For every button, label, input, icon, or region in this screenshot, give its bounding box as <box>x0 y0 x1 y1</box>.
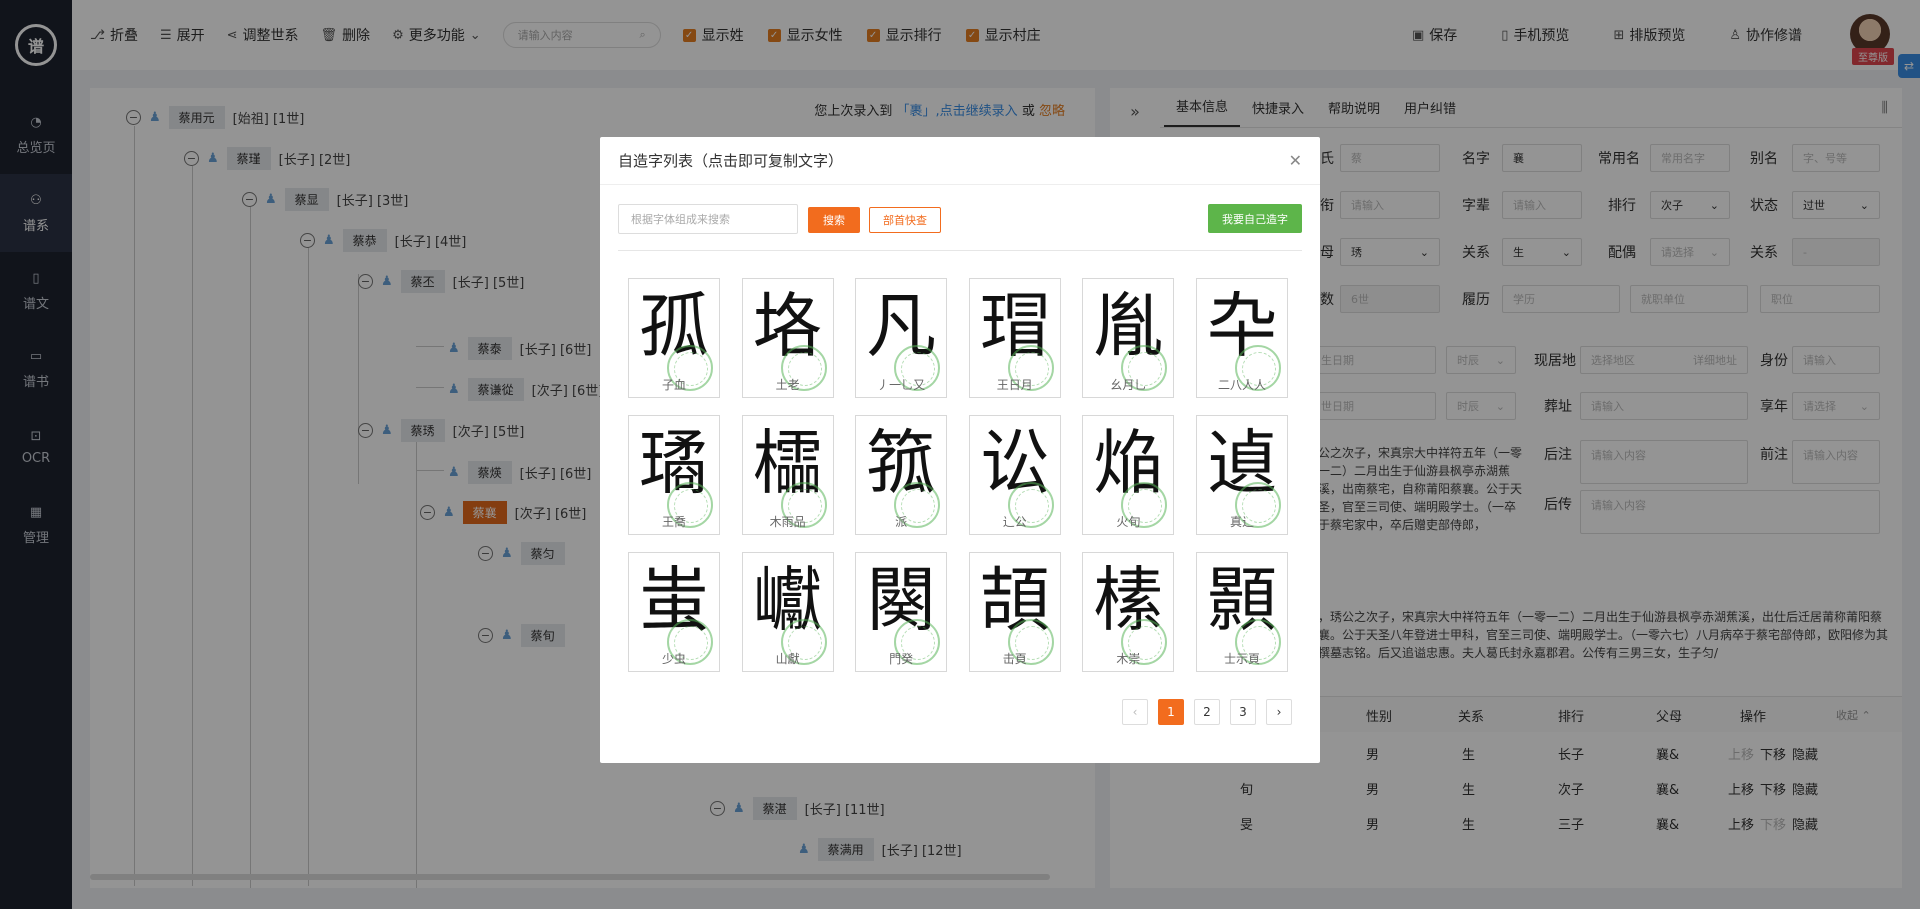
radical-lookup-button[interactable]: 部首快查 <box>869 207 941 233</box>
pagination: ‹ 1 2 3 › <box>1122 699 1292 725</box>
char-components: 王日月 <box>996 378 1033 392</box>
close-icon[interactable]: ✕ <box>1289 151 1302 170</box>
char-card[interactable]: 卆二八人人 <box>1196 278 1288 398</box>
divider <box>618 250 1302 251</box>
next-page-button[interactable]: › <box>1266 699 1292 725</box>
prev-page-button[interactable]: ‹ <box>1122 699 1148 725</box>
modal-title: 自造字列表（点击即可复制文字） <box>618 152 844 170</box>
char-components: 真辶 <box>1229 515 1254 529</box>
char-card[interactable]: 巘山獻 <box>741 552 834 672</box>
char-components: 土老 <box>775 378 800 392</box>
char-components: 王喬 <box>661 515 686 529</box>
char-card[interactable]: 頡击頁 <box>968 552 1061 672</box>
page-button[interactable]: 2 <box>1194 699 1220 725</box>
char-card[interactable]: 璚王喬 <box>628 415 720 535</box>
char-components: 击頁 <box>1002 652 1027 666</box>
char-card[interactable]: 胤幺月乚 <box>1082 278 1175 398</box>
char-card[interactable]: 櫺木雨品 <box>741 415 834 535</box>
char-components: 木崇 <box>1116 652 1141 666</box>
char-card[interactable]: 榡木崇 <box>1082 552 1175 672</box>
create-char-button[interactable]: 我要自己造字 <box>1208 204 1302 233</box>
page-button[interactable]: 3 <box>1230 699 1256 725</box>
char-search-input[interactable]: 根据字体组成来搜索 <box>618 204 798 234</box>
char-components: 二八人人 <box>1217 378 1266 392</box>
char-card[interactable]: 焔火旬 <box>1082 415 1175 535</box>
char-card[interactable]: 箛派 <box>855 415 948 535</box>
char-card[interactable]: 闋門癸 <box>855 552 948 672</box>
char-components: 火旬 <box>1116 515 1141 529</box>
custom-char-modal: 自造字列表（点击即可复制文字） ✕ 根据字体组成来搜索 搜索 部首快查 我要自己… <box>600 137 1320 763</box>
char-card[interactable]: 孤子血 <box>628 278 720 398</box>
char-card[interactable]: 顥士示頁 <box>1196 552 1288 672</box>
char-card[interactable]: 遉真辶 <box>1196 415 1288 535</box>
char-components: 丿一乚又 <box>877 378 926 392</box>
char-components: 山獻 <box>775 652 800 666</box>
char-card[interactable]: 凡丿一乚又 <box>855 278 948 398</box>
char-card[interactable]: 讼辶公 <box>968 415 1061 535</box>
char-components: 子血 <box>661 378 686 392</box>
char-components: 門癸 <box>889 652 914 666</box>
char-search-placeholder: 根据字体组成来搜索 <box>631 213 730 226</box>
char-components: 幺月乚 <box>1110 378 1147 392</box>
char-components: 辶公 <box>1002 515 1027 529</box>
char-components: 木雨品 <box>769 515 806 529</box>
page-button[interactable]: 1 <box>1158 699 1184 725</box>
char-card[interactable]: 蚩少虫 <box>628 552 720 672</box>
char-components: 少虫 <box>661 652 686 666</box>
char-components: 派 <box>895 515 908 529</box>
modal-search-bar: 根据字体组成来搜索 搜索 部首快查 我要自己造字 <box>618 204 1302 234</box>
char-components: 士示頁 <box>1223 652 1260 666</box>
modal-header: 自造字列表（点击即可复制文字） <box>600 137 1320 185</box>
char-card[interactable]: 瑁王日月 <box>968 278 1061 398</box>
char-card[interactable]: 垎土老 <box>741 278 834 398</box>
search-button[interactable]: 搜索 <box>808 207 860 233</box>
